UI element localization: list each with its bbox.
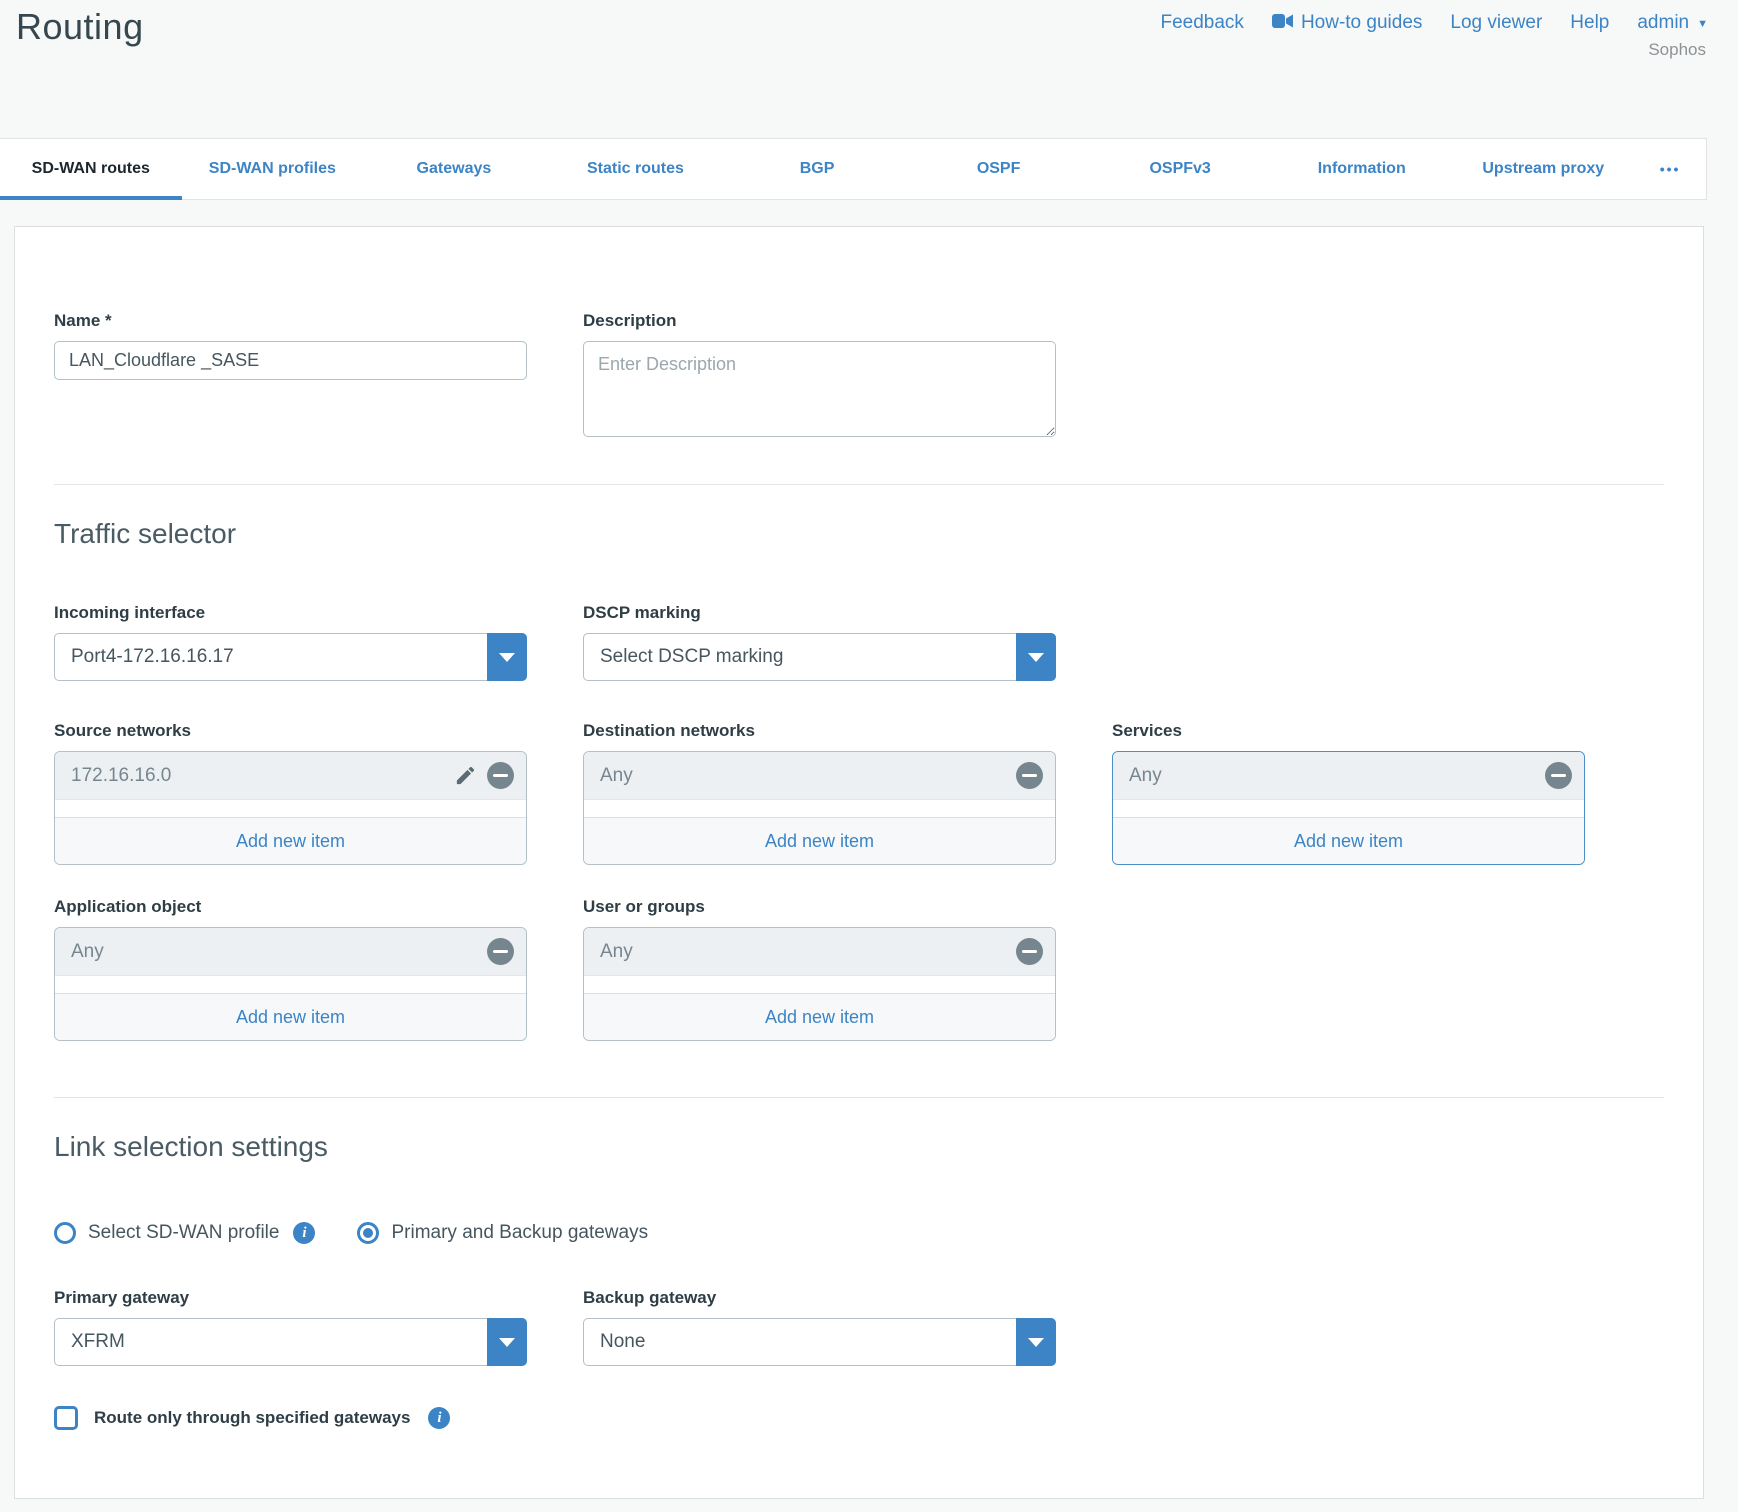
remove-icon[interactable]	[487, 762, 514, 789]
add-new-item-button[interactable]: Add new item	[584, 817, 1055, 864]
dropdown-button[interactable]	[1016, 633, 1056, 681]
tab-sdwan-routes[interactable]: SD-WAN routes	[0, 139, 182, 199]
dropdown-button[interactable]	[487, 633, 527, 681]
application-object-box: Any Add new item	[54, 927, 527, 1041]
page-header: Routing Feedback How-to guides Log viewe…	[0, 0, 1738, 138]
route-only-checkbox[interactable]	[54, 1406, 78, 1430]
source-networks-box: 172.16.16.0 Add new item	[54, 751, 527, 865]
tab-bar: SD-WAN routes SD-WAN profiles Gateways S…	[0, 138, 1707, 200]
help-link[interactable]: Help	[1570, 12, 1609, 34]
caret-down-icon: ▼	[1697, 18, 1708, 30]
remove-icon[interactable]	[1016, 938, 1043, 965]
page-title: Routing	[16, 6, 144, 48]
tab-ospfv3[interactable]: OSPFv3	[1089, 139, 1271, 199]
user-or-groups-label: User or groups	[583, 897, 1056, 917]
info-icon[interactable]	[428, 1407, 450, 1429]
feedback-link[interactable]: Feedback	[1160, 12, 1243, 34]
howto-guides-link[interactable]: How-to guides	[1272, 12, 1422, 34]
link-selection-heading: Link selection settings	[54, 1130, 1664, 1164]
brand-label: Sophos	[1648, 40, 1706, 60]
remove-icon[interactable]	[1016, 762, 1043, 789]
remove-icon[interactable]	[487, 938, 514, 965]
gateways-radio[interactable]	[357, 1222, 379, 1244]
log-viewer-link[interactable]: Log viewer	[1450, 12, 1542, 34]
name-label: Name *	[54, 311, 527, 331]
checkbox-label: Route only through specified gateways	[94, 1408, 410, 1428]
user-groups-box: Any Add new item	[583, 927, 1056, 1041]
section-divider	[54, 484, 1664, 485]
tab-gateways[interactable]: Gateways	[363, 139, 545, 199]
tab-ospf[interactable]: OSPF	[908, 139, 1090, 199]
route-only-row: Route only through specified gateways	[54, 1406, 1664, 1430]
header-nav: Feedback How-to guides Log viewer Help a…	[1160, 12, 1708, 34]
primary-gateway-select[interactable]: XFRM	[54, 1318, 527, 1366]
destination-networks-box: Any Add new item	[583, 751, 1056, 865]
incoming-interface-label: Incoming interface	[54, 603, 527, 623]
video-camera-icon	[1272, 12, 1293, 34]
chevron-down-icon	[499, 653, 515, 662]
add-new-item-button[interactable]: Add new item	[584, 993, 1055, 1040]
edit-icon[interactable]	[454, 764, 477, 787]
networks-row: Source networks 172.16.16.0 Add new item…	[54, 721, 1664, 865]
info-icon[interactable]	[293, 1222, 315, 1244]
gateways-row: Primary gateway XFRM Backup gateway None	[54, 1288, 1664, 1366]
tab-information[interactable]: Information	[1271, 139, 1453, 199]
primary-gateway-label: Primary gateway	[54, 1288, 527, 1308]
dscp-marking-select[interactable]: Select DSCP marking	[583, 633, 1056, 681]
admin-menu[interactable]: admin ▼	[1637, 12, 1708, 34]
remove-icon[interactable]	[1545, 762, 1572, 789]
destination-networks-label: Destination networks	[583, 721, 1056, 741]
source-networks-label: Source networks	[54, 721, 527, 741]
tabs-more-button[interactable]: •••	[1634, 139, 1706, 199]
backup-gateway-label: Backup gateway	[583, 1288, 1056, 1308]
incoming-interface-select[interactable]: Port4-172.16.16.17	[54, 633, 527, 681]
services-label: Services	[1112, 721, 1585, 741]
chevron-down-icon	[1028, 653, 1044, 662]
section-divider	[54, 1097, 1664, 1098]
tab-bgp[interactable]: BGP	[726, 139, 908, 199]
description-textarea[interactable]	[583, 341, 1056, 437]
chevron-down-icon	[1028, 1338, 1044, 1347]
list-item: Any	[584, 752, 1055, 800]
dropdown-button[interactable]	[1016, 1318, 1056, 1366]
application-users-row: Application object Any Add new item User…	[54, 897, 1664, 1041]
sdwan-profile-radio[interactable]	[54, 1222, 76, 1244]
name-input[interactable]	[54, 341, 527, 380]
dropdown-button[interactable]	[487, 1318, 527, 1366]
backup-gateway-select[interactable]: None	[583, 1318, 1056, 1366]
tab-static-routes[interactable]: Static routes	[545, 139, 727, 199]
tab-sdwan-profiles[interactable]: SD-WAN profiles	[182, 139, 364, 199]
radio-label: Select SD-WAN profile	[88, 1222, 279, 1244]
chevron-down-icon	[499, 1338, 515, 1347]
list-item: Any	[1113, 752, 1584, 800]
radio-label: Primary and Backup gateways	[391, 1222, 648, 1244]
description-label: Description	[583, 311, 1056, 331]
application-object-label: Application object	[54, 897, 527, 917]
list-item: Any	[584, 928, 1055, 976]
add-new-item-button[interactable]: Add new item	[55, 993, 526, 1040]
list-item: Any	[55, 928, 526, 976]
interface-dscp-row: Incoming interface Port4-172.16.16.17 DS…	[54, 603, 1664, 681]
services-box: Any Add new item	[1112, 751, 1585, 865]
content-panel: Name * Description Traffic selector Inco…	[14, 226, 1704, 1499]
tab-upstream-proxy[interactable]: Upstream proxy	[1453, 139, 1635, 199]
list-item: 172.16.16.0	[55, 752, 526, 800]
dscp-marking-label: DSCP marking	[583, 603, 1056, 623]
name-description-row: Name * Description	[54, 311, 1664, 442]
link-selection-radio-group: Select SD-WAN profile Primary and Backup…	[54, 1222, 1664, 1244]
add-new-item-button[interactable]: Add new item	[55, 817, 526, 864]
add-new-item-button[interactable]: Add new item	[1113, 817, 1584, 864]
traffic-selector-heading: Traffic selector	[54, 517, 1664, 551]
